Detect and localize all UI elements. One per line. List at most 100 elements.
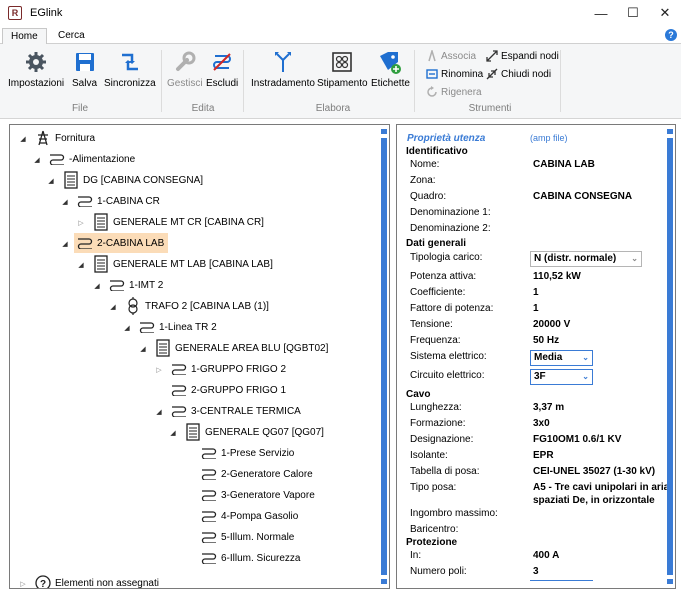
circuito-elettrico-dropdown[interactable]: 3F ⌄	[530, 369, 593, 385]
rename-icon	[425, 67, 439, 81]
associa-button[interactable]: Associa	[425, 49, 476, 63]
escludi-button[interactable]: Escludi	[206, 50, 238, 89]
sistema-elettrico-dropdown[interactable]: Media ⌄	[530, 350, 593, 366]
properties-subtitle: (amp file)	[530, 133, 568, 143]
tree-node-imt-2[interactable]: 1-IMT 2	[108, 275, 163, 295]
etichette-button[interactable]: Etichette	[371, 50, 410, 89]
expander-icon[interactable]: ◢	[61, 198, 69, 206]
tree-node-dg[interactable]: DG [CABINA CONSEGNA]	[62, 170, 203, 190]
prop-value-frequenza: 50 Hz	[533, 335, 560, 346]
scroll-thumb[interactable]	[381, 138, 387, 575]
tree-node-prese-servizio[interactable]: 1-Prese Servizio	[200, 443, 294, 463]
tree-node-elementi-non-assegnati[interactable]: ? Elementi non assegnati	[34, 573, 159, 588]
expander-icon[interactable]: ◢	[109, 303, 117, 311]
prop-label: Formazione:	[410, 418, 466, 429]
tree-node-gruppo-frigo-1[interactable]: 2-GRUPPO FRIGO 1	[170, 380, 286, 400]
tab-home[interactable]: Home	[2, 28, 47, 44]
expander-icon[interactable]: ◢	[77, 261, 85, 269]
cable-icon	[76, 234, 94, 252]
tree-node-cabina-cr[interactable]: 1-CABINA CR	[76, 191, 160, 211]
scroll-up-arrow[interactable]	[381, 129, 387, 134]
panel-icon	[62, 171, 80, 189]
tag-icon	[378, 50, 402, 74]
rigenera-button[interactable]: Rigenera	[425, 85, 482, 99]
expander-collapsed-icon[interactable]: ▷	[77, 219, 85, 227]
tree-node-cabina-lab[interactable]: 2-CABINA LAB	[74, 233, 169, 253]
prop-value-isolante: EPR	[533, 450, 554, 461]
help-icon[interactable]: ?	[665, 29, 677, 41]
tree-node-illum-sicurezza[interactable]: 6-Illum. Sicurezza	[200, 548, 300, 568]
scroll-down-arrow[interactable]	[381, 579, 387, 584]
prop-value-designazione: FG10OM1 0.6/1 KV	[533, 434, 622, 445]
scroll-down-arrow[interactable]	[667, 579, 673, 584]
cable-icon	[170, 381, 188, 399]
prop-label: Fattore di potenza:	[410, 303, 494, 314]
cable-icon	[170, 360, 188, 378]
expander-icon[interactable]: ◢	[123, 324, 131, 332]
maximize-button[interactable]: ☐	[617, 0, 649, 26]
expander-collapsed-icon[interactable]: ▷	[19, 580, 27, 588]
properties-scrollbar[interactable]	[667, 129, 673, 584]
tree-node-generatore-vapore[interactable]: 3-Generatore Vapore	[200, 485, 315, 505]
numero-poli-field[interactable]: 3	[533, 566, 539, 577]
instradamento-label: Instradamento	[251, 78, 315, 89]
tree-node-trafo-2[interactable]: TRAFO 2 [CABINA LAB (1)]	[124, 296, 269, 316]
minimize-button[interactable]: —	[585, 0, 617, 26]
salva-label: Salva	[72, 78, 98, 89]
group-separator	[414, 50, 415, 112]
tree-node-linea-tr-2[interactable]: 1-Linea TR 2	[138, 317, 217, 337]
wrench-icon	[173, 50, 197, 74]
expander-icon[interactable]: ◢	[155, 408, 163, 416]
expander-icon[interactable]: ◢	[47, 177, 55, 185]
tree-panel[interactable]: ◢ Fornitura ◢ -Alimentazione ◢ DG [CABIN…	[9, 124, 390, 589]
sincronizza-button[interactable]: Sincronizza	[104, 50, 156, 89]
tree-node-generale-area-blu[interactable]: GENERALE AREA BLU [QGBT02]	[154, 338, 328, 358]
group-elabora-label: Elabora	[315, 103, 351, 114]
tree-node-alimentazione[interactable]: -Alimentazione	[48, 149, 135, 169]
salva-button[interactable]: Salva	[72, 50, 97, 89]
tree-node-gruppo-frigo-2[interactable]: 1-GRUPPO FRIGO 2	[170, 359, 286, 379]
chiudi-nodi-button[interactable]: Chiudi nodi	[485, 67, 551, 81]
prop-label: Coefficiente:	[410, 287, 466, 298]
tree-node-generale-mt-lab[interactable]: GENERALE MT LAB [CABINA LAB]	[92, 254, 273, 274]
rinomina-button[interactable]: Rinomina	[425, 67, 483, 81]
instradamento-button[interactable]: Instradamento	[251, 50, 315, 89]
expander-icon[interactable]: ◢	[61, 240, 69, 248]
gestisci-button[interactable]: Gestisci	[167, 50, 203, 89]
field-underline	[530, 580, 593, 581]
stipamento-button[interactable]: Stipamento	[317, 50, 368, 89]
espandi-nodi-button[interactable]: Espandi nodi	[485, 49, 559, 63]
tree-node-generale-qg07[interactable]: GENERALE QG07 [QG07]	[184, 422, 324, 442]
expander-icon[interactable]: ◢	[139, 345, 147, 353]
prop-label: Denominazione 1:	[410, 207, 491, 218]
prop-value-formazione: 3x0	[533, 418, 550, 429]
tree-node-illum-normale[interactable]: 5-Illum. Normale	[200, 527, 294, 547]
expander-icon[interactable]: ◢	[33, 156, 41, 164]
prop-label: Designazione:	[410, 434, 474, 445]
tree-node-generale-mt-cr[interactable]: GENERALE MT CR [CABINA CR]	[92, 212, 264, 232]
expander-icon[interactable]: ◢	[169, 429, 177, 437]
question-icon: ?	[34, 574, 52, 588]
tree-node-generatore-calore[interactable]: 2-Generatore Calore	[200, 464, 313, 484]
expander-icon[interactable]: ◢	[19, 135, 27, 143]
expander-icon[interactable]: ◢	[93, 282, 101, 290]
prop-label: Zona:	[410, 175, 436, 186]
cable-icon	[138, 318, 156, 336]
cable-icon	[200, 486, 218, 504]
tree-scrollbar[interactable]	[381, 129, 387, 584]
chevron-down-icon: ⌄	[631, 254, 638, 263]
gestisci-label: Gestisci	[167, 78, 203, 89]
tree-node-fornitura[interactable]: Fornitura	[34, 128, 95, 148]
tab-cerca[interactable]: Cerca	[50, 28, 93, 44]
scroll-thumb[interactable]	[667, 138, 673, 575]
tree-node-pompa-gasolio[interactable]: 4-Pompa Gasolio	[200, 506, 298, 526]
tipologia-carico-dropdown[interactable]: N (distr. normale) ⌄	[530, 251, 642, 267]
close-button[interactable]: ✕	[649, 0, 681, 26]
properties-title: Proprietà utenza	[407, 133, 486, 144]
scroll-up-arrow[interactable]	[667, 129, 673, 134]
panel-icon	[92, 255, 110, 273]
impostazioni-button[interactable]: Impostazioni	[8, 50, 64, 89]
tree-node-centrale-termica[interactable]: 3-CENTRALE TERMICA	[170, 401, 301, 421]
prop-label: Isolante:	[410, 450, 448, 461]
expander-collapsed-icon[interactable]: ▷	[155, 366, 163, 374]
